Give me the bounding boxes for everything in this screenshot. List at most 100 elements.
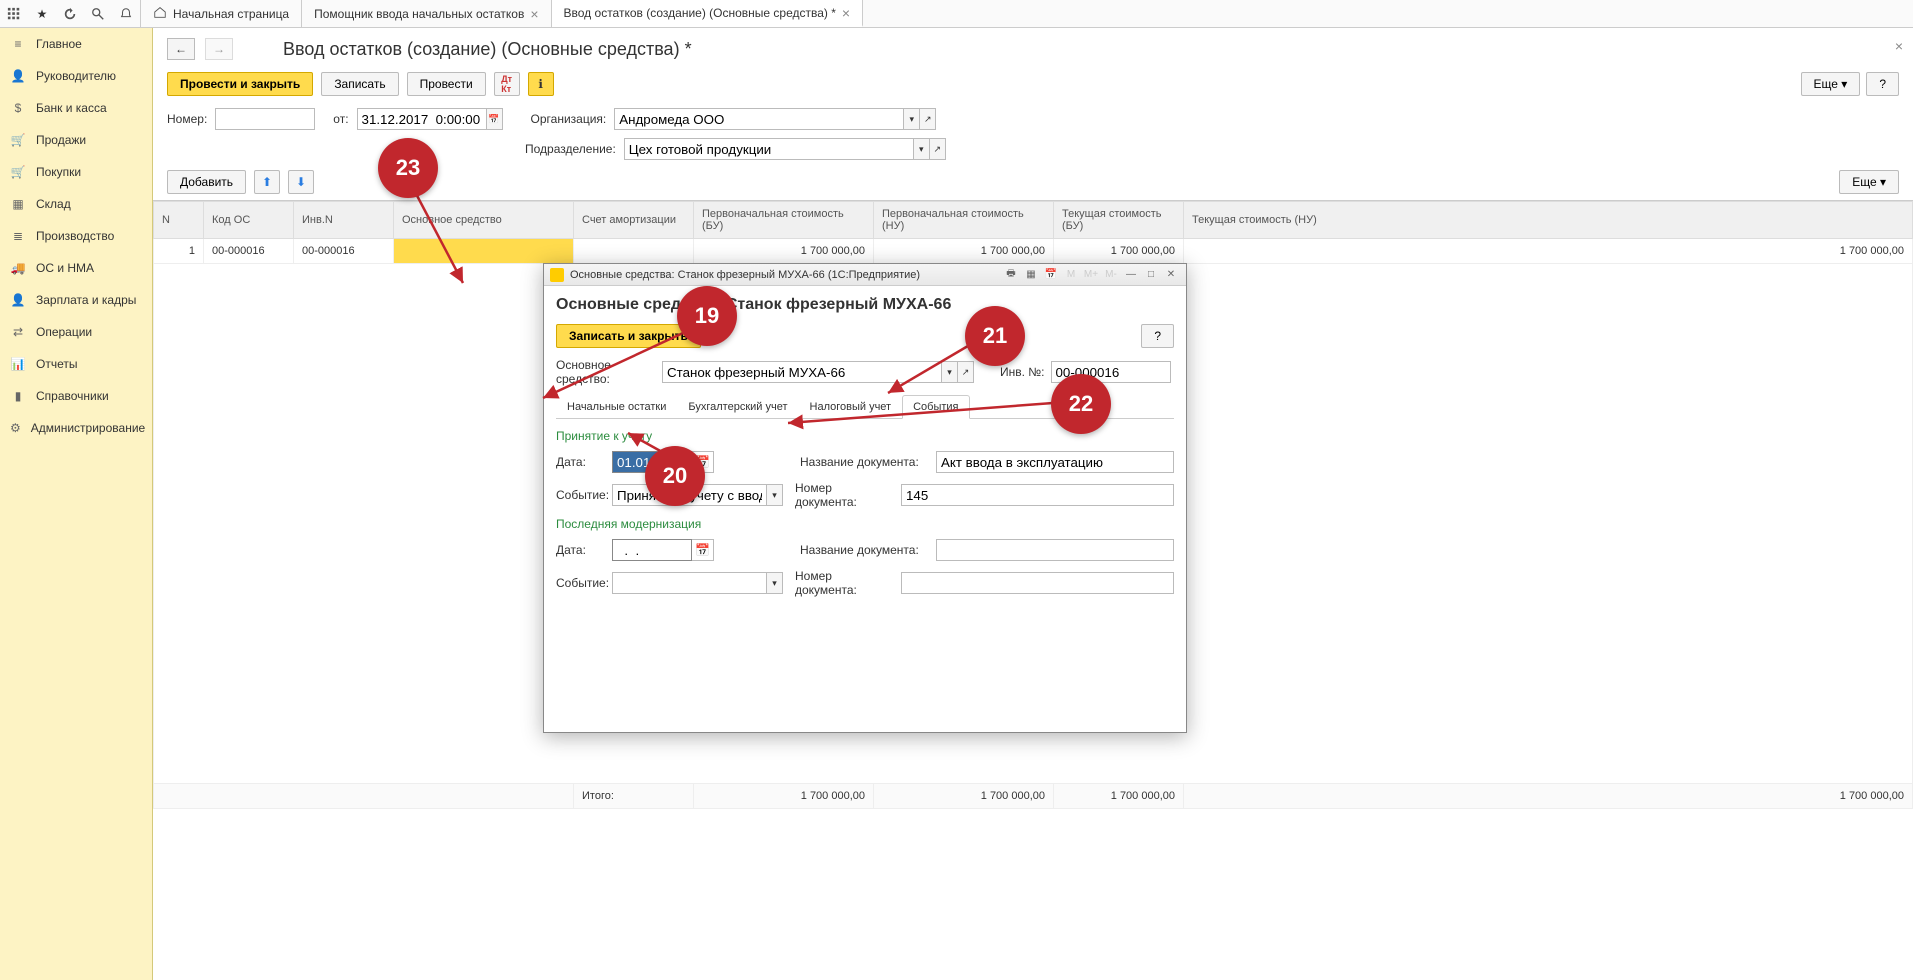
open-icon[interactable]: ↗ — [930, 138, 946, 160]
sidebar-item-operations[interactable]: ⇄Операции — [0, 316, 152, 348]
forward-button[interactable]: → — [205, 38, 233, 60]
close-icon[interactable]: × — [842, 5, 850, 21]
m-icon[interactable]: M — [1062, 267, 1080, 283]
sidebar-item-warehouse[interactable]: ▦Склад — [0, 188, 152, 220]
info-icon[interactable]: ℹ — [528, 72, 554, 96]
minimize-icon[interactable]: — — [1122, 267, 1140, 283]
mod-event-field[interactable] — [612, 572, 767, 594]
gear-icon: ⚙ — [10, 420, 21, 436]
modal-help-button[interactable]: ? — [1141, 324, 1174, 348]
post-button[interactable]: Провести — [407, 72, 486, 96]
tab-label: Помощник ввода начальных остатков — [314, 7, 524, 21]
chevron-down-icon[interactable]: ▾ — [767, 484, 783, 506]
sidebar-item-main[interactable]: ≡Главное — [0, 28, 152, 60]
sidebar-item-purchases[interactable]: 🛒Покупки — [0, 156, 152, 188]
col-cur-bu[interactable]: Текущая стоимость (БУ) — [1054, 202, 1184, 239]
apps-icon[interactable] — [0, 0, 28, 28]
tab-home[interactable]: Начальная страница — [141, 0, 302, 27]
tab-accounting[interactable]: Бухгалтерский учет — [677, 395, 798, 419]
sidebar-item-reports[interactable]: 📊Отчеты — [0, 348, 152, 380]
back-button[interactable]: ← — [167, 38, 195, 60]
sidebar-item-bank[interactable]: $Банк и касса — [0, 92, 152, 124]
col-inv[interactable]: Инв.N — [294, 202, 394, 239]
calc-icon[interactable]: ▦ — [1022, 267, 1040, 283]
open-icon[interactable]: ↗ — [920, 108, 936, 130]
post-close-button[interactable]: Провести и закрыть — [167, 72, 313, 96]
col-acct[interactable]: Счет амортизации — [574, 202, 694, 239]
col-name[interactable]: Основное средство — [394, 202, 574, 239]
calendar-icon[interactable]: 📅 — [487, 108, 503, 130]
bell-icon[interactable] — [112, 0, 140, 28]
help-button[interactable]: ? — [1866, 72, 1899, 96]
mod-docname-field[interactable] — [936, 539, 1174, 561]
chevron-down-icon[interactable]: ▾ — [767, 572, 783, 594]
mminus-icon[interactable]: M- — [1102, 267, 1120, 283]
org-label: Организация: — [531, 112, 607, 126]
chevron-down-icon[interactable]: ▾ — [904, 108, 920, 130]
mod-date-field[interactable] — [612, 539, 692, 561]
docnum-field[interactable] — [901, 484, 1174, 506]
mplus-icon[interactable]: M+ — [1082, 267, 1100, 283]
tab-balances[interactable]: Ввод остатков (создание) (Основные средс… — [552, 0, 864, 27]
org-field[interactable] — [614, 108, 904, 130]
annotation-23: 23 — [378, 138, 438, 198]
close-icon[interactable]: × — [1895, 38, 1903, 54]
sidebar-item-os-nma[interactable]: 🚚ОС и НМА — [0, 252, 152, 284]
star-icon[interactable]: ★ — [28, 0, 56, 28]
tabs-area: Начальная страница Помощник ввода началь… — [141, 0, 863, 28]
menu-icon: ≡ — [10, 36, 26, 52]
modal-title-bar[interactable]: Основные средства: Станок фрезерный МУХА… — [544, 264, 1186, 286]
tab-tax[interactable]: Налоговый учет — [799, 395, 903, 419]
main-content: × ← → Ввод остатков (создание) (Основные… — [153, 28, 1913, 980]
close-icon[interactable]: × — [530, 6, 538, 22]
docname-label: Название документа: — [800, 455, 930, 469]
col-cur-nu[interactable]: Текущая стоимость (НУ) — [1184, 202, 1913, 239]
table-row[interactable]: 1 00-000016 00-000016 1 700 000,00 1 700… — [154, 239, 1913, 264]
history-icon[interactable] — [56, 0, 84, 28]
docname-field[interactable] — [936, 451, 1174, 473]
move-up-button[interactable]: ⬆ — [254, 170, 280, 194]
calendar-icon[interactable]: 📅 — [692, 539, 714, 561]
sidebar-item-sales[interactable]: 🛒Продажи — [0, 124, 152, 156]
date-field[interactable] — [357, 108, 487, 130]
mod-docnum-field[interactable] — [901, 572, 1174, 594]
person-icon: 👤 — [10, 292, 26, 308]
sidebar-item-admin[interactable]: ⚙Администрирование — [0, 412, 152, 444]
tab-helper[interactable]: Помощник ввода начальных остатков × — [302, 0, 551, 27]
sidebar-item-production[interactable]: ≣Производство — [0, 220, 152, 252]
dept-label: Подразделение: — [525, 142, 616, 156]
col-cost-nu[interactable]: Первоначальная стоимость (НУ) — [874, 202, 1054, 239]
more-button[interactable]: Еще ▾ — [1839, 170, 1899, 194]
event-label: Событие: — [556, 488, 606, 502]
sidebar-item-catalogs[interactable]: ▮Справочники — [0, 380, 152, 412]
add-button[interactable]: Добавить — [167, 170, 246, 194]
annotation-22: 22 — [1051, 374, 1111, 434]
more-button[interactable]: Еще ▾ — [1801, 72, 1861, 96]
number-field[interactable] — [215, 108, 315, 130]
section-modernization: Последняя модернизация — [556, 517, 1174, 531]
chevron-down-icon[interactable]: ▾ — [914, 138, 930, 160]
close-icon[interactable]: ✕ — [1162, 267, 1180, 283]
sidebar-label: Производство — [36, 229, 114, 243]
chevron-down-icon[interactable]: ▾ — [942, 361, 958, 383]
sidebar-item-manager[interactable]: 👤Руководителю — [0, 60, 152, 92]
col-code[interactable]: Код ОС — [204, 202, 294, 239]
move-down-button[interactable]: ⬇ — [288, 170, 314, 194]
write-button[interactable]: Записать — [321, 72, 398, 96]
box-icon: ▦ — [10, 196, 26, 212]
dt-kt-icon[interactable]: ДтКт — [494, 72, 520, 96]
search-icon[interactable] — [84, 0, 112, 28]
os-field[interactable] — [662, 361, 942, 383]
inv-label: Инв. №: — [1000, 365, 1045, 379]
print-icon[interactable]: 🖶 — [1002, 267, 1020, 283]
open-icon[interactable]: ↗ — [958, 361, 974, 383]
maximize-icon[interactable]: □ — [1142, 267, 1160, 283]
tab-events[interactable]: События — [902, 395, 969, 419]
event-label: Событие: — [556, 576, 606, 590]
tab-initial[interactable]: Начальные остатки — [556, 395, 677, 419]
calendar-icon[interactable]: 📅 — [1042, 267, 1060, 283]
col-cost-bu[interactable]: Первоначальная стоимость (БУ) — [694, 202, 874, 239]
sidebar-item-salary[interactable]: 👤Зарплата и кадры — [0, 284, 152, 316]
dept-field[interactable] — [624, 138, 914, 160]
col-n[interactable]: N — [154, 202, 204, 239]
